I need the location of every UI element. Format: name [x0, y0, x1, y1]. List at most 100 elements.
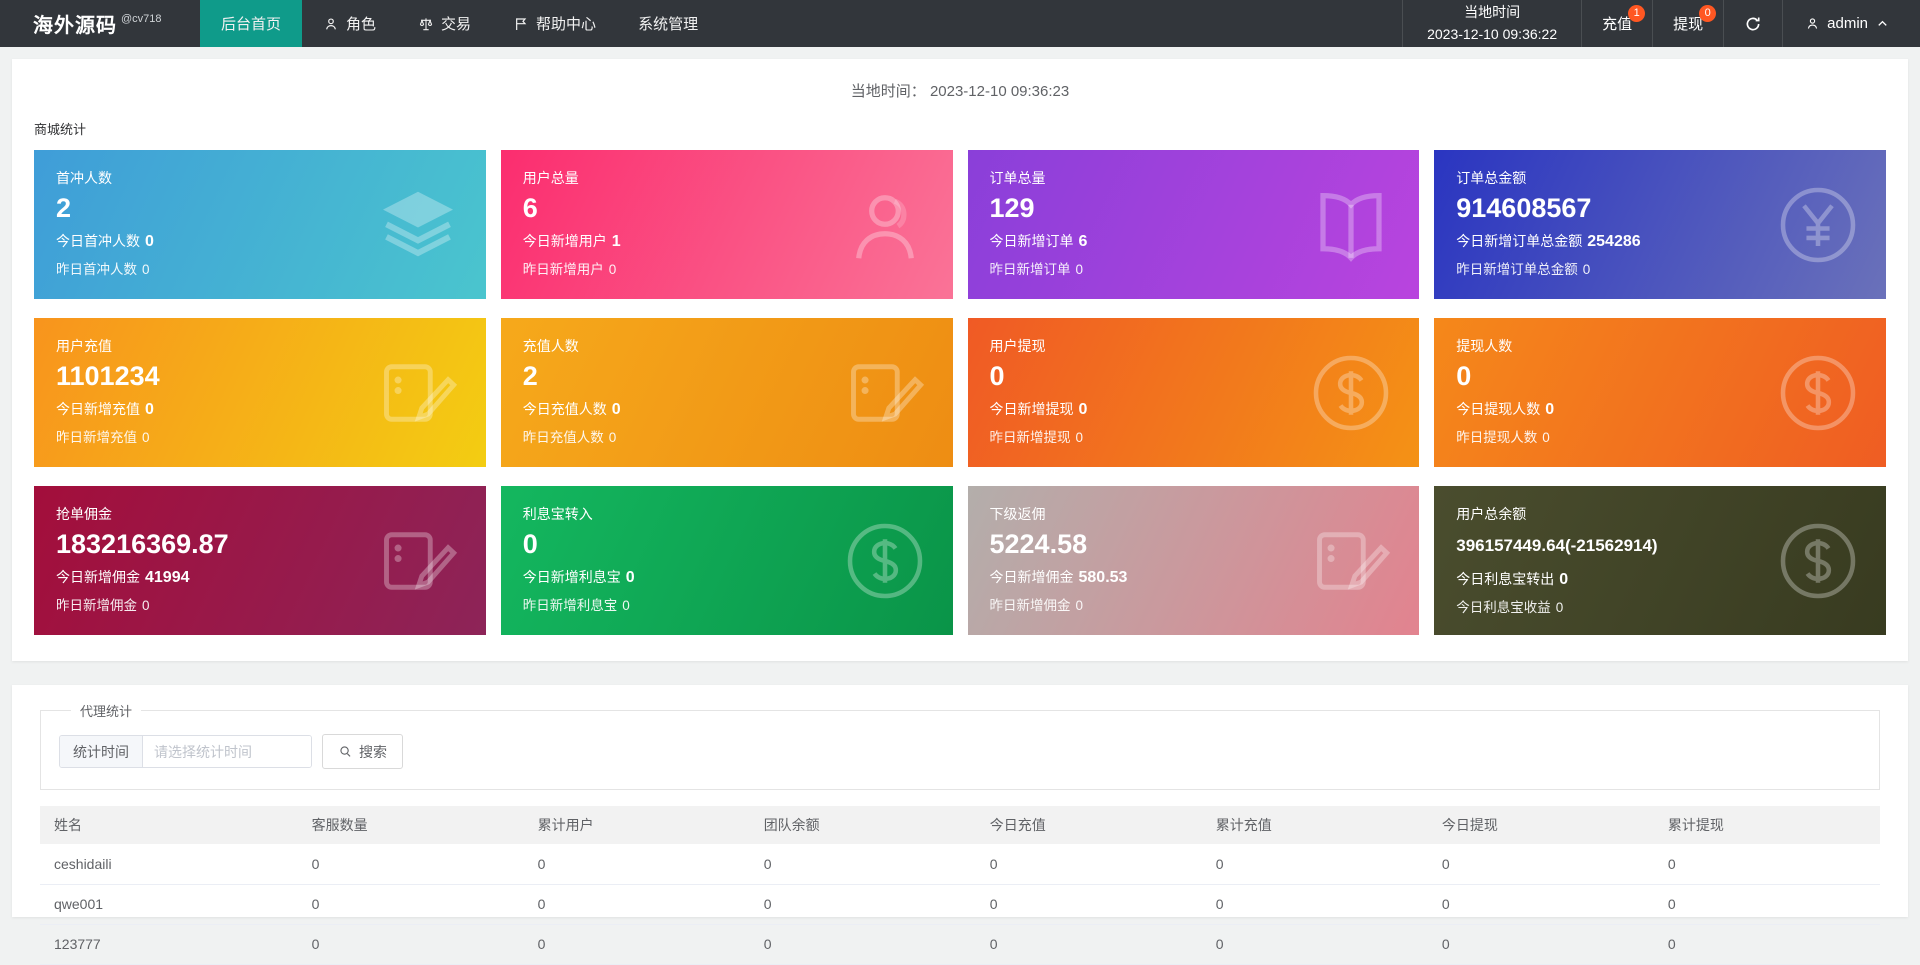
stat-time-group: 统计时间: [59, 735, 312, 768]
agent-table-header: 累计提现: [1653, 806, 1880, 844]
agent-table-header: 姓名: [40, 806, 298, 844]
table-cell: 0: [749, 924, 976, 965]
user-menu[interactable]: admin: [1783, 0, 1920, 47]
edit-note-icon: [843, 351, 927, 435]
table-cell: ceshidaili: [40, 844, 298, 885]
stat-card-10: 下级返佣 5224.58 今日新增佣金 580.53 昨日新增佣金 0: [967, 486, 1420, 635]
nav-tab-help-center[interactable]: 帮助中心: [492, 0, 617, 47]
stat-card-11: 用户总余额 396157449.64(-21562914) 今日利息宝转出 0 今日利息…: [1434, 486, 1886, 635]
table-cell: 0: [975, 924, 1202, 965]
stat-card-5: 充值人数 2 今日充值人数 0 昨日充值人数 0: [500, 318, 953, 467]
table-cell: 0: [1201, 884, 1428, 925]
panel-local-time: 当地时间： 2023-12-10 09:36:23: [12, 59, 1908, 105]
stat-card-1: 用户总量 6 今日新增用户 1 昨日新增用户 0: [500, 150, 953, 299]
nav-tab-label: 帮助中心: [536, 16, 597, 33]
book-icon: [1309, 183, 1393, 267]
agent-filter-fieldset: 代理统计 统计时间 搜索: [40, 701, 1880, 790]
nav-tab-system[interactable]: 系统管理: [617, 0, 719, 47]
panel-local-time-label: 当地时间：: [850, 83, 926, 100]
stat-card-2: 订单总量 129 今日新增订单 6 昨日新增订单 0: [967, 150, 1420, 299]
search-button-label: 搜索: [359, 743, 387, 760]
stat-card-4: 用户充值 1101234 今日新增充值 0 昨日新增充值 0: [34, 318, 486, 467]
refresh-icon: [1744, 15, 1762, 33]
table-cell: 123777: [40, 924, 298, 965]
stats-panel: 当地时间： 2023-12-10 09:36:23 商城统计 首冲人数 2 今日首冲…: [12, 59, 1908, 661]
navbar-right: 当地时间 2023-12-10 09:36:22 充值 1 提现 0 admin: [1402, 0, 1920, 47]
agent-table-header: 累计充值: [1201, 806, 1428, 844]
scales-icon: [418, 16, 434, 32]
layers-icon: [376, 183, 460, 267]
table-cell: 0: [1427, 884, 1654, 925]
refresh-button[interactable]: [1724, 0, 1784, 47]
nav-tab-trade[interactable]: 交易: [397, 0, 492, 47]
search-icon: [338, 744, 353, 759]
table-cell: 0: [297, 884, 524, 925]
chevron-up-icon: [1875, 16, 1890, 31]
dollar-circle-icon: [1776, 351, 1860, 435]
dollar-circle-icon: [1776, 519, 1860, 603]
table-cell: 0: [1427, 844, 1654, 885]
recharge-badge: 1: [1628, 5, 1646, 22]
agent-table-header: 今日提现: [1427, 806, 1654, 844]
table-cell: 0: [1201, 924, 1428, 965]
agent-table-head-row: 姓名 客服数量 累计用户 团队余额 今日充值 累计充值 今日提现 累计提现: [40, 806, 1880, 844]
nav-tab-label: 交易: [441, 16, 472, 33]
yen-circle-icon: [1776, 183, 1860, 267]
table-cell: 0: [975, 884, 1202, 925]
table-row: qwe001 0 0 0 0 0 0 0: [40, 884, 1880, 925]
panel-local-time-value: 2023-12-10 09:36:23: [929, 83, 1070, 100]
table-row: 123777 0 0 0 0 0 0 0: [40, 924, 1880, 965]
username: admin: [1827, 15, 1868, 32]
recharge-button[interactable]: 充值 1: [1582, 0, 1654, 47]
page-body: 当地时间： 2023-12-10 09:36:23 商城统计 首冲人数 2 今日首冲…: [0, 47, 1920, 965]
table-cell: 0: [1653, 924, 1880, 965]
nav-tab-roles[interactable]: 角色: [302, 0, 397, 47]
stats-cards: 首冲人数 2 今日首冲人数 0 昨日首冲人数 0 用户总量 6 今日新增用户 1 昨日新增用户 0 订单…: [12, 150, 1908, 635]
brand-subtitle: @cv718: [121, 12, 162, 25]
person-icon: [843, 183, 927, 267]
flag-icon: [513, 16, 529, 32]
stat-card-8: 抢单佣金 183216369.87 今日新增佣金 41994 昨日新增佣金 0: [34, 486, 486, 635]
search-button[interactable]: 搜索: [322, 734, 403, 769]
nav-tab-label: 系统管理: [638, 16, 699, 33]
table-cell: 0: [523, 924, 750, 965]
nav-tab-label: 后台首页: [221, 16, 282, 33]
dollar-circle-icon: [1309, 351, 1393, 435]
user-icon: [1805, 16, 1820, 31]
table-cell: 0: [523, 844, 750, 885]
section-title: 商城统计: [34, 122, 87, 137]
stat-card-3: 订单总金额 914608567 今日新增订单总金额 254286 昨日新增订单总金额 0: [1434, 150, 1886, 299]
agent-panel: 代理统计 统计时间 搜索 姓名客服数量累计用户团队余额今日充值累计充值今日提现累…: [12, 685, 1908, 965]
table-cell: 0: [1427, 924, 1654, 965]
agent-table-header: 今日充值: [975, 806, 1202, 844]
stat-card-7: 提现人数 0 今日提现人数 0 昨日提现人数 0: [1434, 318, 1886, 467]
table-cell: 0: [297, 924, 524, 965]
local-time-block: 当地时间 2023-12-10 09:36:22: [1402, 0, 1583, 47]
top-navbar: 海外源码 @cv718 后台首页 角色 交易 帮助中心 系统管理 当地时间 20…: [0, 0, 1920, 47]
nav-tab-dashboard[interactable]: 后台首页: [200, 0, 303, 47]
table-cell: 0: [975, 844, 1202, 885]
agent-table: 姓名 客服数量 累计用户 团队余额 今日充值 累计充值 今日提现 累计提现 ceshidail…: [40, 806, 1880, 965]
table-row: ceshidaili 0 0 0 0 0 0 0: [40, 844, 1880, 885]
table-cell: qwe001: [40, 884, 298, 925]
table-cell: 0: [749, 844, 976, 885]
agent-table-header: 团队余额: [749, 806, 976, 844]
filter-row: 统计时间 搜索: [59, 734, 1861, 769]
brand: 海外源码 @cv718: [0, 0, 200, 47]
agent-table-body: ceshidaili 0 0 0 0 0 0 0 qwe001 0 0 0 0 0 0 0 123777 0 0 0 0…: [40, 844, 1880, 965]
stat-card-0: 首冲人数 2 今日首冲人数 0 昨日首冲人数 0: [34, 150, 486, 299]
edit-note-icon: [376, 519, 460, 603]
local-time-label: 当地时间: [1464, 3, 1521, 20]
nav-tab-label: 角色: [346, 16, 377, 33]
agent-table-header: 累计用户: [523, 806, 750, 844]
stat-time-input[interactable]: [143, 736, 311, 767]
table-cell: 0: [1201, 844, 1428, 885]
withdraw-button[interactable]: 提现 0: [1653, 0, 1725, 47]
withdraw-badge: 0: [1699, 5, 1717, 22]
dollar-circle-icon: [843, 519, 927, 603]
stat-card-6: 用户提现 0 今日新增提现 0 昨日新增提现 0: [967, 318, 1420, 467]
table-cell: 0: [297, 844, 524, 885]
table-cell: 0: [523, 884, 750, 925]
user-icon: [323, 16, 339, 32]
agent-legend: 代理统计: [80, 704, 133, 719]
